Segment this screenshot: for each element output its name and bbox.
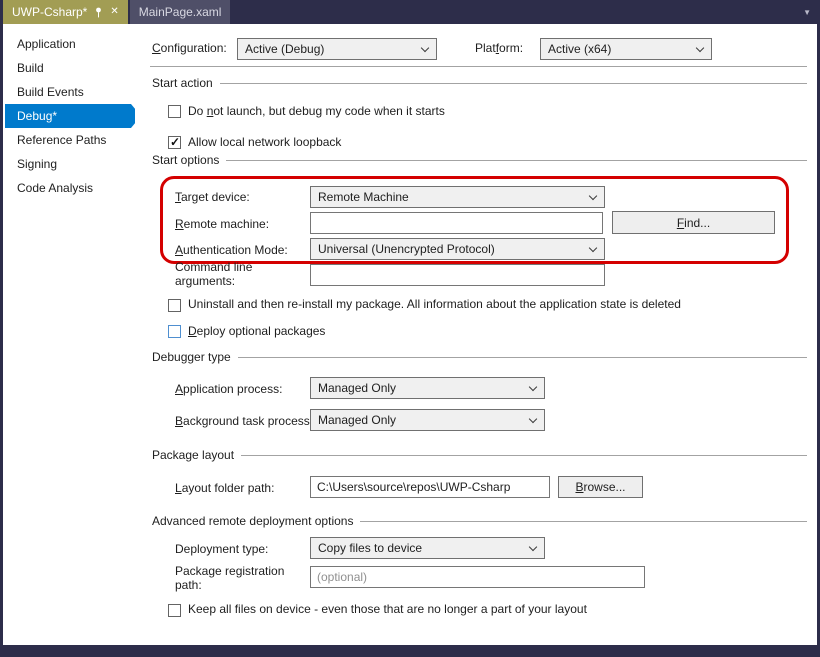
chevron-down-icon bbox=[696, 44, 704, 52]
authentication-mode-dropdown[interactable]: Universal (Unencrypted Protocol) bbox=[310, 238, 605, 260]
background-task-process-value: Managed Only bbox=[318, 413, 396, 427]
checkbox-uninstall-reinstall-label[interactable]: Uninstall and then re-install my package… bbox=[188, 297, 681, 311]
checkbox-loopback-label[interactable]: Allow local network loopback bbox=[188, 135, 341, 149]
deployment-type-value: Copy files to device bbox=[318, 541, 422, 555]
checkbox-deploy-optional-packages[interactable] bbox=[168, 325, 181, 338]
deployment-type-dropdown[interactable]: Copy files to device bbox=[310, 537, 545, 559]
command-line-arguments-input[interactable] bbox=[310, 264, 605, 286]
chevron-down-icon bbox=[529, 383, 537, 391]
configuration-value: Active (Debug) bbox=[245, 42, 324, 56]
tab-uwp-csharp[interactable]: UWP-Csharp* ✕ bbox=[3, 0, 128, 24]
application-process-label: Application process: bbox=[175, 382, 282, 396]
background-task-process-dropdown[interactable]: Managed Only bbox=[310, 409, 545, 431]
configuration-label: Configuration: bbox=[152, 41, 227, 55]
pin-icon[interactable] bbox=[94, 7, 103, 18]
target-device-dropdown[interactable]: Remote Machine bbox=[310, 186, 605, 208]
remote-machine-input[interactable] bbox=[310, 212, 603, 234]
tab-label: MainPage.xaml bbox=[139, 5, 222, 19]
target-device-value: Remote Machine bbox=[318, 190, 409, 204]
section-header-advanced-remote-deployment: Advanced remote deployment options bbox=[152, 514, 807, 528]
layout-folder-path-label: Layout folder path: bbox=[175, 481, 274, 495]
package-registration-path-input[interactable] bbox=[310, 566, 645, 588]
sidebar-item-application[interactable]: Application bbox=[3, 32, 135, 56]
sidebar-item-build-events[interactable]: Build Events bbox=[3, 80, 135, 104]
debug-properties-panel: Configuration: Active (Debug) Platform: … bbox=[135, 24, 817, 645]
application-process-dropdown[interactable]: Managed Only bbox=[310, 377, 545, 399]
layout-folder-path-input[interactable] bbox=[310, 476, 550, 498]
section-header-start-options: Start options bbox=[152, 153, 807, 167]
authentication-mode-label: Authentication Mode: bbox=[175, 243, 288, 257]
remote-machine-label: Remote machine: bbox=[175, 217, 269, 231]
checkbox-uninstall-reinstall[interactable] bbox=[168, 299, 181, 312]
target-device-label: Target device: bbox=[175, 190, 250, 204]
sidebar-item-build[interactable]: Build bbox=[3, 56, 135, 80]
deployment-type-label: Deployment type: bbox=[175, 542, 268, 556]
tab-mainpage-xaml[interactable]: MainPage.xaml bbox=[130, 0, 231, 24]
tab-list-chevron-icon[interactable]: ▼ bbox=[803, 8, 811, 17]
platform-label: Platform: bbox=[475, 41, 523, 55]
background-task-process-label: Background task process: bbox=[175, 414, 313, 428]
find-button[interactable]: Find... bbox=[612, 211, 775, 234]
sidebar-item-code-analysis[interactable]: Code Analysis bbox=[3, 176, 135, 200]
document-tab-bar: UWP-Csharp* ✕ MainPage.xaml bbox=[3, 0, 817, 24]
chevron-down-icon bbox=[529, 543, 537, 551]
tab-label: UWP-Csharp* bbox=[12, 5, 87, 19]
sidebar-item-signing[interactable]: Signing bbox=[3, 152, 135, 176]
checkbox-no-launch[interactable] bbox=[168, 105, 181, 118]
section-header-debugger-type: Debugger type bbox=[152, 350, 807, 364]
checkbox-keep-all-files-label[interactable]: Keep all files on device - even those th… bbox=[188, 602, 587, 616]
platform-value: Active (x64) bbox=[548, 42, 611, 56]
chevron-down-icon bbox=[589, 192, 597, 200]
close-icon[interactable]: ✕ bbox=[110, 7, 118, 17]
property-pages-sidebar: Application Build Build Events Debug* Re… bbox=[3, 24, 135, 645]
browse-button[interactable]: Browse... bbox=[558, 476, 643, 498]
sidebar-item-reference-paths[interactable]: Reference Paths bbox=[3, 128, 135, 152]
sidebar-item-debug[interactable]: Debug* bbox=[5, 104, 131, 128]
command-line-arguments-label: Command line arguments: bbox=[175, 260, 293, 288]
section-header-package-layout: Package layout bbox=[152, 448, 807, 462]
platform-dropdown[interactable]: Active (x64) bbox=[540, 38, 712, 60]
checkbox-deploy-optional-packages-label[interactable]: Deploy optional packages bbox=[188, 324, 325, 338]
chevron-down-icon bbox=[529, 415, 537, 423]
package-registration-path-label: Package registration path: bbox=[175, 564, 293, 592]
configuration-dropdown[interactable]: Active (Debug) bbox=[237, 38, 437, 60]
checkbox-keep-all-files[interactable] bbox=[168, 604, 181, 617]
separator bbox=[150, 66, 807, 67]
authentication-mode-value: Universal (Unencrypted Protocol) bbox=[318, 242, 495, 256]
section-header-start-action: Start action bbox=[152, 76, 807, 90]
application-process-value: Managed Only bbox=[318, 381, 396, 395]
chevron-down-icon bbox=[421, 44, 429, 52]
checkbox-no-launch-label[interactable]: Do not launch, but debug my code when it… bbox=[188, 104, 445, 118]
chevron-down-icon bbox=[589, 244, 597, 252]
checkbox-loopback[interactable] bbox=[168, 136, 181, 149]
